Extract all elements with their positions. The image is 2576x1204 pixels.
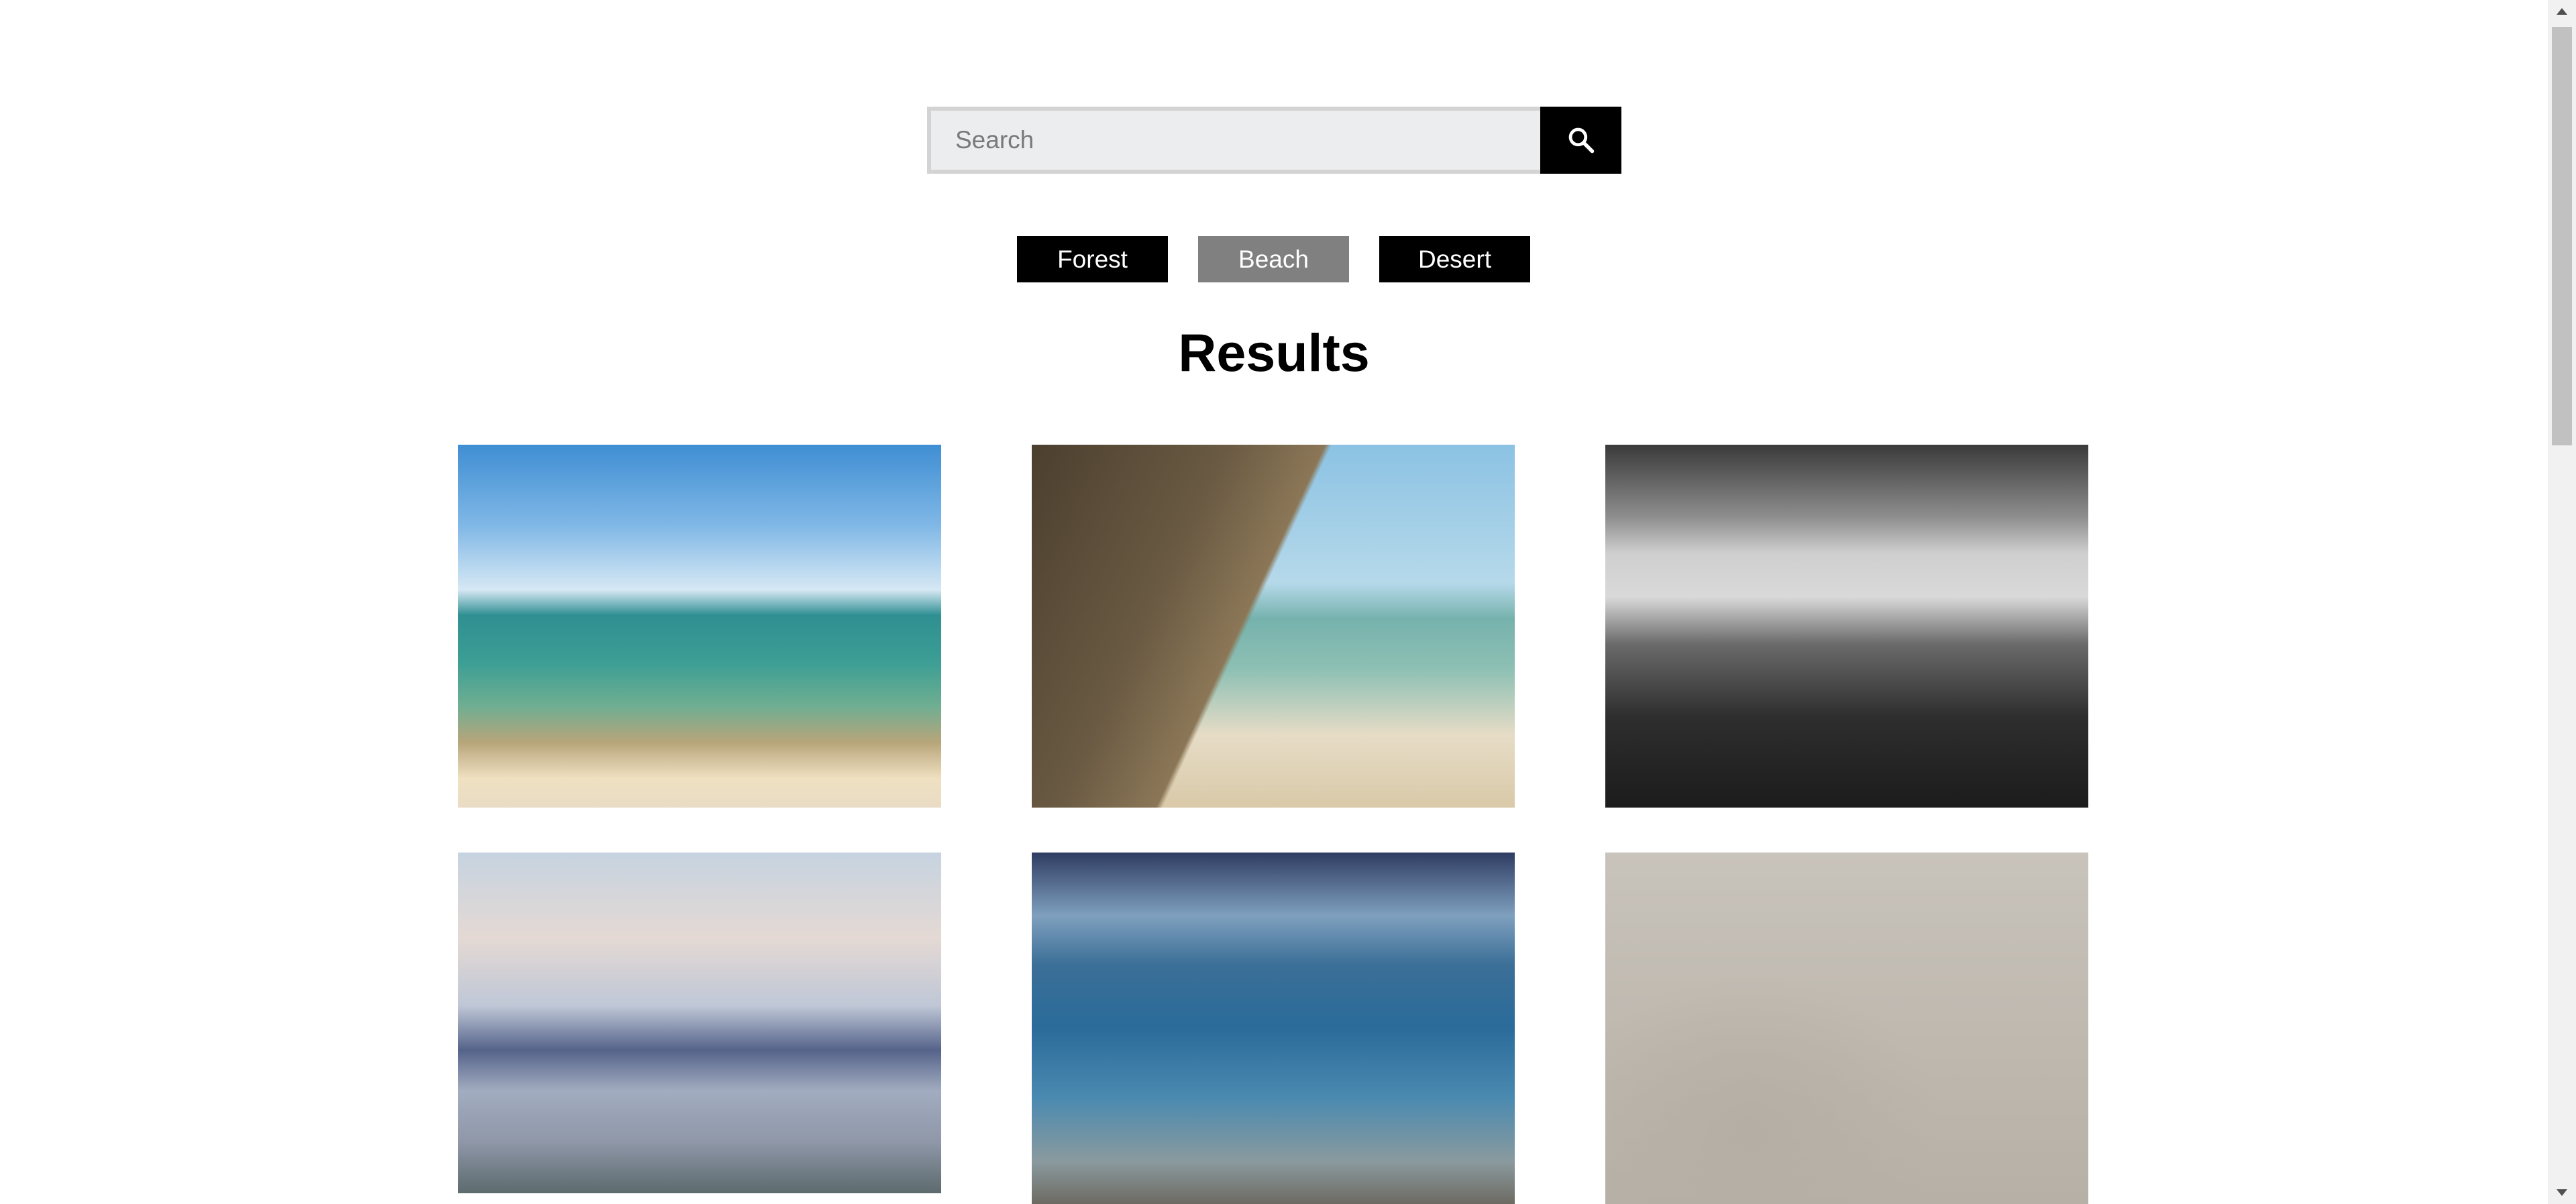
result-image-2[interactable]	[1032, 445, 1515, 808]
scroll-up-icon[interactable]	[2557, 8, 2567, 15]
result-image-1[interactable]	[458, 445, 941, 808]
search-input[interactable]	[927, 107, 1540, 174]
result-image-5[interactable]	[1032, 853, 1515, 1204]
filter-forest-button[interactable]: Forest	[1017, 236, 1168, 282]
result-image-6[interactable]	[1605, 853, 2088, 1204]
search-button[interactable]	[1540, 107, 1621, 174]
result-image-3[interactable]	[1605, 445, 2088, 808]
filter-desert-button[interactable]: Desert	[1379, 236, 1530, 282]
scroll-down-icon[interactable]	[2557, 1189, 2567, 1196]
search-icon	[1568, 127, 1594, 154]
filter-beach-button[interactable]: Beach	[1198, 236, 1349, 282]
filter-buttons: Forest Beach Desert	[1017, 236, 1530, 282]
results-heading: Results	[1178, 323, 1370, 382]
search-bar	[927, 107, 1621, 174]
result-image-4[interactable]	[458, 853, 941, 1193]
scrollbar-thumb[interactable]	[2552, 27, 2572, 445]
vertical-scrollbar[interactable]	[2548, 0, 2576, 1204]
